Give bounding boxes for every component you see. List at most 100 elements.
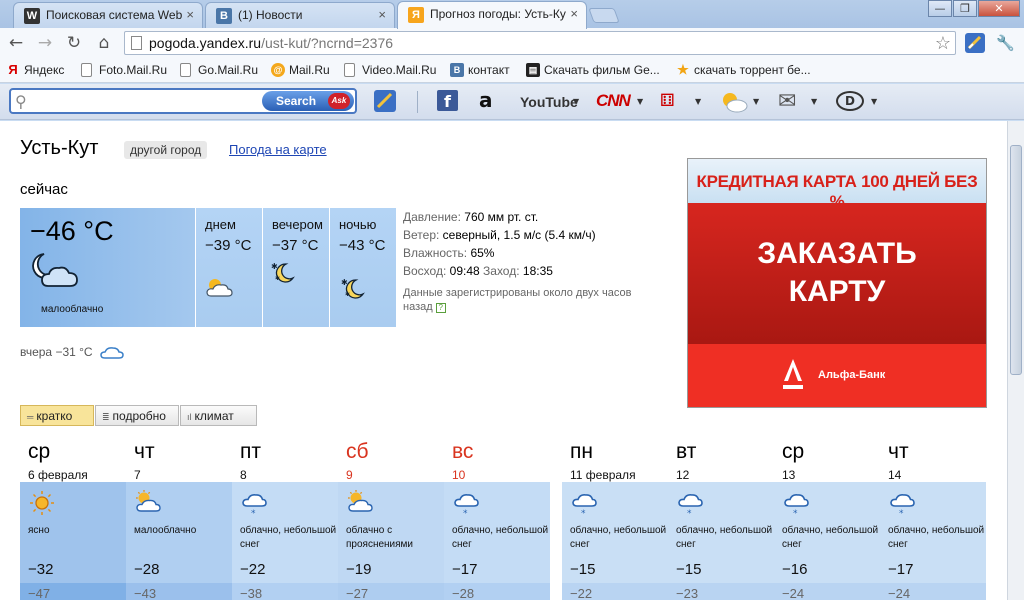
facebook-icon[interactable]: f <box>437 90 458 111</box>
reload-icon[interactable]: ↻ <box>63 32 85 54</box>
mail-icon[interactable]: ✉ <box>778 89 796 114</box>
day-of-week: пн <box>570 440 593 463</box>
minimize-button[interactable]: — <box>928 0 952 17</box>
sunset-value: 18:35 <box>522 264 553 278</box>
search-icon: ⚲ <box>15 92 27 111</box>
close-window-button[interactable]: ✕ <box>978 0 1020 17</box>
bookmark-item[interactable]: ▤ Скачать фильм Ge... <box>526 63 660 77</box>
other-city-button[interactable]: другой город <box>124 141 208 159</box>
ad-cta-line: КАРТУ <box>788 275 886 308</box>
forecast-day-cell: ясно −32 <box>20 482 126 583</box>
forecast-night-cell: −24 <box>880 583 986 600</box>
bookmark-item[interactable]: @ Mail.Ru <box>271 63 330 77</box>
tab-detailed[interactable]: ≣ подробно <box>95 405 179 426</box>
forecast-date: 12 <box>676 468 690 482</box>
bookmark-star-icon[interactable]: ☆ <box>935 32 951 54</box>
sunrise-label: Восход: <box>403 264 447 278</box>
chevron-down-icon[interactable]: ▼ <box>573 97 579 119</box>
wind-label: Ветер: <box>403 228 440 242</box>
forecast-day[interactable]: вт 12 * облачно, небольшой снег −15 −23 <box>668 433 774 600</box>
weather-icon[interactable] <box>719 91 749 113</box>
page-icon <box>180 63 191 77</box>
forecast-day[interactable]: пт 8 * облачно, небольшой снег −22 −38 <box>232 433 338 600</box>
forecast-day[interactable]: пн 11 февраля * облачно, небольшой снег −15 −… <box>562 433 668 600</box>
extension-icon[interactable] <box>373 90 397 112</box>
dice-icon[interactable]: ⚅ <box>660 91 675 113</box>
back-icon[interactable]: ← <box>5 32 27 54</box>
d-logo-icon[interactable]: D <box>836 91 864 111</box>
chevron-down-icon[interactable]: ▼ <box>753 97 759 119</box>
forecast-condition: облачно, небольшой снег <box>570 525 667 550</box>
forecast-day[interactable]: чт 7 малооблачно −28 −43 <box>126 433 232 600</box>
bookmark-item[interactable]: Foto.Mail.Ru <box>81 63 167 77</box>
close-tab-icon[interactable]: × <box>570 6 578 21</box>
chevron-down-icon[interactable]: ▼ <box>871 97 877 119</box>
bookmark-item[interactable]: Bконтакт <box>450 63 510 77</box>
close-tab-icon[interactable]: × <box>186 7 194 22</box>
bookmark-item[interactable]: Go.Mail.Ru <box>180 63 258 77</box>
address-bar[interactable]: pogoda.yandex.ru/ust-kut/?ncrnd=2376 ☆ <box>124 31 956 55</box>
page-scrollbar[interactable] <box>1007 121 1024 600</box>
forecast-night-temperature: −47 <box>28 586 51 600</box>
new-tab-button[interactable] <box>588 8 620 23</box>
home-icon[interactable]: ⌂ <box>93 32 115 54</box>
part-name: днем <box>205 217 236 232</box>
youtube-icon[interactable]: YouTube <box>520 93 578 115</box>
weather-map-link[interactable]: Погода на карте <box>229 142 327 157</box>
tab-label: (1) Новости <box>238 8 303 22</box>
snow-cloud-icon: * <box>572 494 597 517</box>
forecast-day[interactable]: чт 14 * облачно, небольшой снег −17 −24 <box>880 433 986 600</box>
forecast-day[interactable]: ср 6 февраля ясно −32 −47 <box>20 433 126 600</box>
forecast-day[interactable]: ср 13 * облачно, небольшой снег −16 −24 <box>774 433 880 600</box>
chevron-down-icon[interactable]: ▼ <box>695 97 701 119</box>
tab-climate[interactable]: ıl климат <box>180 405 257 426</box>
tab-brief[interactable]: ═ кратко <box>20 405 94 426</box>
page-icon <box>131 36 142 50</box>
svg-text:*: * <box>793 509 798 517</box>
forecast-night-temperature: −43 <box>134 586 157 600</box>
forecast-night-temperature: −23 <box>676 586 699 600</box>
ad-banner[interactable]: КРЕДИТНАЯ КАРТА 100 ДНЕЙ БЕЗ % ЗАКАЗАТЬ К… <box>687 158 987 408</box>
forecast-night-cell: −23 <box>668 583 774 600</box>
browser-toolbar: ← → ↻ ⌂ pogoda.yandex.ru/ust-kut/?ncrnd=… <box>0 28 1024 58</box>
scrollbar-thumb[interactable] <box>1010 145 1022 375</box>
bookmark-item[interactable]: Я Яндекс <box>6 63 64 78</box>
url-path: /ust-kut/?ncrnd=2376 <box>261 35 394 51</box>
part-temperature: −37 °C <box>272 237 319 254</box>
forecast-day-cell: * облачно, небольшой снег −17 <box>444 482 550 583</box>
tab-news[interactable]: B (1) Новости × <box>205 2 395 28</box>
help-icon[interactable]: ? <box>435 303 446 313</box>
close-tab-icon[interactable]: × <box>378 7 386 22</box>
day-part-day: днем −39 °C <box>196 208 262 327</box>
bookmark-item[interactable]: ★ скачать торрент бе... <box>676 63 810 78</box>
forecast-day[interactable]: вс 10 * облачно, небольшой снег −17 −28 <box>444 433 550 600</box>
part-temperature: −39 °C <box>205 237 252 254</box>
wrench-icon[interactable]: 🔧 <box>996 34 1016 52</box>
maximize-button[interactable]: ❐ <box>953 0 977 17</box>
chevron-down-icon[interactable]: ▼ <box>811 97 817 119</box>
extension-icon[interactable] <box>964 32 986 54</box>
cnn-icon[interactable]: CNN <box>596 91 631 113</box>
sunrise-value: 09:48 <box>449 264 480 278</box>
part-name: вечером <box>272 217 323 232</box>
ask-search-button[interactable]: Search Ask <box>262 91 354 111</box>
forecast-date: 14 <box>888 468 902 482</box>
forecast-day[interactable]: сб 9 облачно с прояснениями −19 −27 <box>338 433 444 600</box>
forward-icon[interactable]: → <box>34 32 56 54</box>
ad-call-to-action[interactable]: ЗАКАЗАТЬ КАРТУ <box>688 235 986 311</box>
forecast-date: 13 <box>782 468 796 482</box>
bookmark-item[interactable]: Video.Mail.Ru <box>344 63 436 77</box>
tab-weather[interactable]: Я Прогноз погоды: Усть-Ку × <box>397 1 587 29</box>
ask-search-label: Search <box>276 94 317 108</box>
yesterday-temperature: вчера −31 °C <box>20 345 124 360</box>
part-name: ночью <box>339 217 377 232</box>
day-of-week: чт <box>888 440 909 463</box>
day-of-week: пт <box>240 440 261 463</box>
chevron-down-icon[interactable]: ▼ <box>637 97 643 119</box>
cnn-label: CNN <box>596 91 631 110</box>
film-icon: ▤ <box>526 63 540 77</box>
tab-label: кратко <box>36 409 73 423</box>
tab-websearch[interactable]: W Поисковая система Web × <box>13 2 203 28</box>
forecast-night-cell: −38 <box>232 583 338 600</box>
amazon-icon[interactable]: a <box>479 90 499 112</box>
